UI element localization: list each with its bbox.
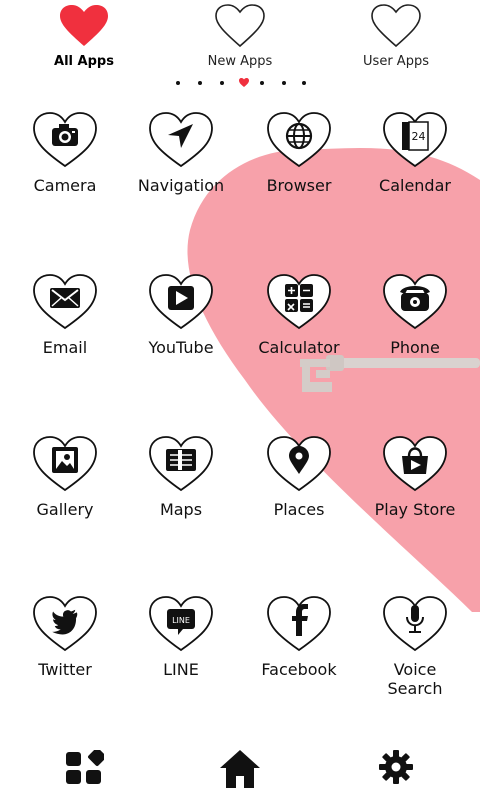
settings-button[interactable] — [378, 749, 414, 785]
app-maps[interactable]: Maps — [122, 436, 240, 556]
app-label: Email — [42, 338, 88, 357]
app-line[interactable]: LINE LINE — [122, 596, 240, 716]
app-label: Gallery — [36, 500, 94, 519]
bird-icon — [33, 596, 97, 652]
envelope-icon — [33, 274, 97, 330]
app-camera[interactable]: Camera — [6, 112, 124, 232]
app-youtube[interactable]: YouTube — [122, 274, 240, 394]
app-label: Play Store — [374, 500, 456, 519]
app-grid: Camera Navigation Browser 24 Calendar Email Yo… — [0, 0, 480, 800]
app-label: Twitter — [38, 660, 92, 679]
home-button[interactable] — [218, 748, 262, 790]
app-gallery[interactable]: Gallery — [6, 436, 124, 556]
microphone-icon — [383, 596, 447, 652]
navigation-arrow-icon — [149, 112, 213, 168]
app-label: YouTube — [148, 338, 214, 357]
play-icon — [149, 274, 213, 330]
app-navigation[interactable]: Navigation — [122, 112, 240, 232]
app-places[interactable]: Places — [240, 436, 358, 556]
app-drawer-icon — [66, 750, 104, 784]
app-twitter[interactable]: Twitter — [6, 596, 124, 716]
app-calendar[interactable]: 24 Calendar — [356, 112, 474, 232]
home-icon — [220, 750, 260, 788]
settings-gear-icon — [379, 750, 413, 784]
app-label: Camera — [33, 176, 97, 195]
app-phone[interactable]: Phone — [356, 274, 474, 394]
app-label: Navigation — [137, 176, 225, 195]
facebook-f-icon — [267, 596, 331, 652]
calendar-icon: 24 — [383, 112, 447, 168]
app-label: Calculator — [258, 338, 340, 357]
app-label: Voice Search — [387, 660, 443, 698]
shopping-bag-icon — [383, 436, 447, 492]
app-email[interactable]: Email — [6, 274, 124, 394]
svg-text:24: 24 — [412, 130, 426, 143]
app-voice-search[interactable]: Voice Search — [356, 596, 474, 716]
app-label: Browser — [266, 176, 332, 195]
line-chat-icon: LINE — [149, 596, 213, 652]
map-icon — [149, 436, 213, 492]
map-pin-icon — [267, 436, 331, 492]
app-label: Places — [273, 500, 325, 519]
app-calculator[interactable]: Calculator — [240, 274, 358, 394]
app-label: Facebook — [261, 660, 337, 679]
picture-icon — [33, 436, 97, 492]
app-label: Maps — [159, 500, 203, 519]
app-label: Calendar — [379, 176, 451, 195]
app-facebook[interactable]: Facebook — [240, 596, 358, 716]
svg-text:LINE: LINE — [172, 616, 190, 625]
app-label: LINE — [163, 660, 199, 679]
globe-icon — [267, 112, 331, 168]
app-drawer-button[interactable] — [64, 750, 104, 786]
telephone-icon — [383, 274, 447, 330]
app-label: Phone — [390, 338, 440, 357]
app-play-store[interactable]: Play Store — [356, 436, 474, 556]
camera-icon — [33, 112, 97, 168]
calculator-icon — [267, 274, 331, 330]
app-browser[interactable]: Browser — [240, 112, 358, 232]
